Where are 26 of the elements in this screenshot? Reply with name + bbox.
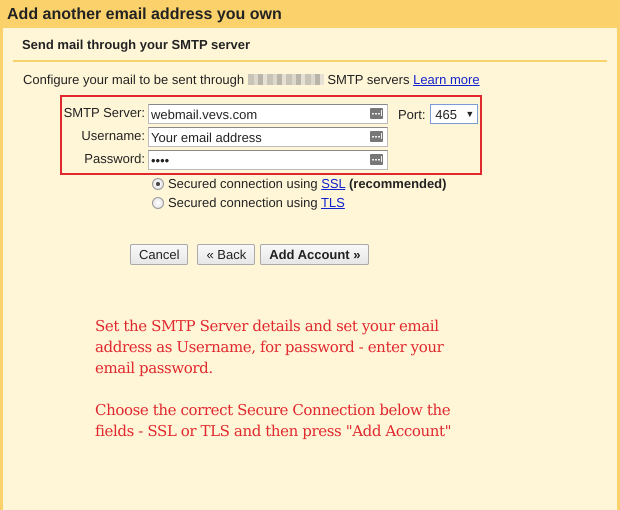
- dialog-button[interactable]: « Back: [197, 244, 256, 265]
- intro-text: Configure your mail to be sent through SMTP servers Learn more: [23, 72, 481, 87]
- dots-icon: [370, 131, 383, 142]
- add-account-button[interactable]: Add Account »: [260, 244, 370, 265]
- instruction-text: Set the SMTP Server details and set your email address as Username, for password - enter your email password.: [95, 316, 445, 379]
- input-field[interactable]: ••••: [148, 150, 388, 170]
- field-label: Password:: [83, 150, 145, 166]
- port-label: Port:: [398, 106, 426, 122]
- protocol-link[interactable]: TLS: [320, 195, 345, 210]
- port-dropdown[interactable]: 465 ▼: [430, 104, 478, 124]
- field-label: Username:: [80, 127, 145, 143]
- input-field[interactable]: Your email address: [148, 127, 388, 147]
- protocol-link[interactable]: SSL: [321, 176, 346, 191]
- instruction-text: Choose the correct Secure Connection below the fields - SSL or TLS and then press "Add Account": [95, 400, 452, 442]
- field-label: SMTP Server:: [62, 104, 145, 120]
- radio-label: Secured connection using TLS: [168, 195, 345, 210]
- dialog-button[interactable]: Cancel: [130, 244, 188, 265]
- dialog-title: Add another email address you own: [6, 5, 283, 25]
- learn-more-link[interactable]: Learn more: [413, 72, 480, 87]
- input-field[interactable]: webmail.vevs.com: [148, 104, 388, 124]
- section-heading: Send mail through your SMTP server: [13, 28, 607, 62]
- radio-label: Secured connection using SSL (recommended): [168, 176, 446, 191]
- radio-button[interactable]: [152, 178, 164, 190]
- dots-icon: [370, 154, 383, 165]
- radio-button[interactable]: [152, 196, 164, 208]
- dots-icon: [370, 108, 383, 119]
